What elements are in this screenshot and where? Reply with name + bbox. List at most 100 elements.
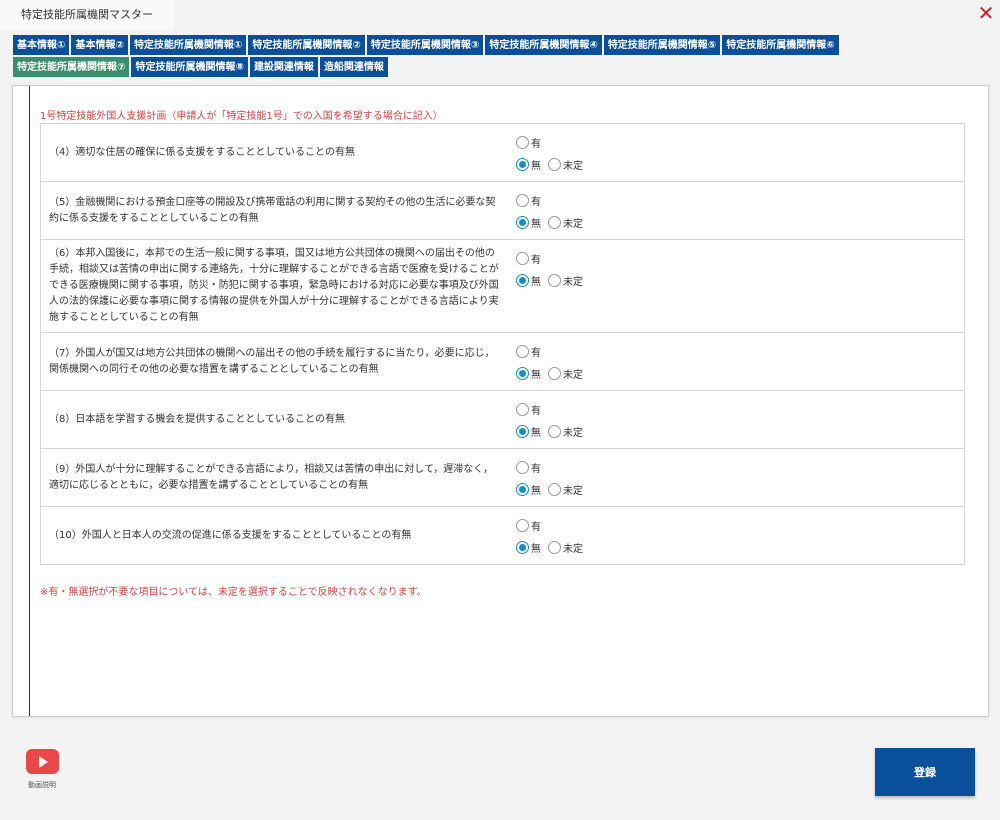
question-row: （4）適切な住居の確保に係る支援をすることとしていることの有無 有無 未定 (41, 124, 964, 182)
answer-group: 有無 未定 (506, 124, 590, 181)
radio-button-yes[interactable] (516, 344, 529, 358)
tab-row2-4[interactable]: 造船関連情報 (319, 57, 388, 77)
video-help[interactable]: 動画説明 (22, 749, 62, 790)
radio-option-no[interactable]: 無 (516, 424, 545, 439)
radio-label-undecided: 未定 (563, 218, 583, 230)
radio-button-undecided[interactable] (548, 157, 561, 171)
radio-option-yes[interactable]: 有 (516, 251, 545, 266)
question-text: （8）日本語を学習する機会を提供することとしていることの有無 (49, 413, 345, 425)
tab-row-2: 特定技能所属機関情報⑦ 特定技能所属機関情報⑧ 建設関連情報 造船関連情報 (13, 57, 943, 77)
radio-option-undecided[interactable]: 未定 (548, 157, 587, 172)
radio-option-undecided[interactable]: 未定 (548, 273, 587, 288)
radio-label-no: 無 (531, 369, 541, 381)
radio-label-no: 無 (531, 276, 541, 288)
radio-label-undecided: 未定 (563, 427, 583, 439)
radio-option-yes[interactable]: 有 (516, 518, 545, 533)
answer-group: 有無 未定 (506, 391, 590, 448)
tab-row1-1[interactable]: 基本情報① (13, 35, 70, 55)
radio-label-undecided: 未定 (563, 276, 583, 288)
radio-option-no[interactable]: 無 (516, 366, 545, 381)
radio-button-no[interactable] (516, 540, 529, 554)
form-panel-inner: 1号特定技能外国人支援計画（申請人が「特定技能1号」での入国を希望する場合に記入… (29, 86, 981, 716)
radio-label-yes: 有 (531, 521, 541, 533)
radio-button-no[interactable] (516, 366, 529, 380)
radio-label-no: 無 (531, 218, 541, 230)
radio-button-undecided[interactable] (548, 540, 561, 554)
radio-button-undecided[interactable] (548, 215, 561, 229)
close-icon[interactable]: ✕ (976, 2, 996, 24)
radio-button-yes[interactable] (516, 402, 529, 416)
tab-row1-4[interactable]: 特定技能所属機関情報② (248, 35, 365, 55)
radio-line: 有 (516, 340, 590, 362)
tab-row-1: 基本情報① 基本情報② 特定技能所属機関情報① 特定技能所属機関情報② 特定技能所属機関… (13, 35, 943, 55)
radio-label-no: 無 (531, 427, 541, 439)
radio-label-yes: 有 (531, 405, 541, 417)
radio-line: 有 (516, 131, 590, 153)
tab-bar: 基本情報① 基本情報② 特定技能所属機関情報① 特定技能所属機関情報② 特定技能所属機関… (13, 35, 943, 79)
radio-option-undecided[interactable]: 未定 (548, 366, 587, 381)
tab-row2-3[interactable]: 建設関連情報 (249, 57, 318, 77)
radio-line: 有 (516, 398, 590, 420)
radio-label-no: 無 (531, 160, 541, 172)
tab-row1-8[interactable]: 特定技能所属機関情報⑥ (722, 35, 839, 55)
radio-button-yes[interactable] (516, 460, 529, 474)
radio-label-undecided: 未定 (563, 160, 583, 172)
radio-line: 有 (516, 247, 590, 269)
tab-row1-2[interactable]: 基本情報② (71, 35, 128, 55)
radio-line: 無 未定 (516, 478, 590, 500)
radio-line: 無 未定 (516, 420, 590, 442)
tab-row1-7[interactable]: 特定技能所属機関情報⑤ (603, 35, 721, 55)
radio-option-yes[interactable]: 有 (516, 402, 545, 417)
question-text: （4）適切な住居の確保に係る支援をすることとしていることの有無 (49, 146, 355, 158)
answer-group: 有無 未定 (506, 182, 590, 239)
radio-option-no[interactable]: 無 (516, 273, 545, 288)
radio-button-undecided[interactable] (548, 366, 561, 380)
radio-button-yes[interactable] (516, 251, 529, 265)
radio-option-yes[interactable]: 有 (516, 135, 545, 150)
radio-line: 無 未定 (516, 362, 590, 384)
radio-option-yes[interactable]: 有 (516, 460, 545, 475)
radio-button-yes[interactable] (516, 135, 529, 149)
radio-button-yes[interactable] (516, 518, 529, 532)
radio-option-no[interactable]: 無 (516, 215, 545, 230)
radio-button-no[interactable] (516, 157, 529, 171)
radio-label-undecided: 未定 (563, 543, 583, 555)
radio-button-undecided[interactable] (548, 482, 561, 496)
radio-option-no[interactable]: 無 (516, 157, 545, 172)
radio-button-no[interactable] (516, 273, 529, 287)
tab-row2-1[interactable]: 特定技能所属機関情報⑦ (13, 57, 130, 77)
radio-option-undecided[interactable]: 未定 (548, 424, 587, 439)
radio-button-no[interactable] (516, 482, 529, 496)
radio-label-yes: 有 (531, 138, 541, 150)
section-heading: 1号特定技能外国人支援計画（申請人が「特定技能1号」での入国を希望する場合に記入… (40, 111, 443, 122)
radio-button-no[interactable] (516, 215, 529, 229)
radio-option-no[interactable]: 無 (516, 540, 545, 555)
tab-row2-2[interactable]: 特定技能所属機関情報⑧ (131, 57, 248, 77)
radio-label-undecided: 未定 (563, 369, 583, 381)
radio-option-undecided[interactable]: 未定 (548, 540, 587, 555)
radio-option-yes[interactable]: 有 (516, 344, 545, 359)
radio-option-no[interactable]: 無 (516, 482, 545, 497)
answer-group: 有無 未定 (506, 449, 590, 506)
radio-label-yes: 有 (531, 196, 541, 208)
register-button[interactable]: 登録 (875, 748, 975, 796)
radio-option-undecided[interactable]: 未定 (548, 215, 587, 230)
window-title: 特定技能所属機関マスター (0, 0, 174, 30)
radio-line: 無 未定 (516, 269, 590, 291)
radio-option-yes[interactable]: 有 (516, 193, 545, 208)
radio-label-yes: 有 (531, 347, 541, 359)
radio-line: 有 (516, 189, 590, 211)
tab-row1-3[interactable]: 特定技能所属機関情報① (129, 35, 247, 55)
tab-row1-6[interactable]: 特定技能所属機関情報④ (485, 35, 602, 55)
radio-button-undecided[interactable] (548, 424, 561, 438)
youtube-play-icon[interactable] (25, 749, 59, 774)
radio-button-yes[interactable] (516, 193, 529, 207)
question-row: （8）日本語を学習する機会を提供することとしていることの有無 有無 未定 (41, 391, 964, 449)
tab-row1-5[interactable]: 特定技能所属機関情報③ (366, 35, 484, 55)
radio-line: 無 未定 (516, 211, 590, 233)
radio-option-undecided[interactable]: 未定 (548, 482, 587, 497)
question-row: （5）金融機関における預金口座等の開設及び携帯電話の利用に関する契約その他の生活… (41, 182, 964, 240)
radio-button-undecided[interactable] (548, 273, 561, 287)
question-row: （7）外国人が国又は地方公共団体の機関への届出その他の手続を履行するに当たり，必… (41, 333, 964, 391)
radio-button-no[interactable] (516, 424, 529, 438)
